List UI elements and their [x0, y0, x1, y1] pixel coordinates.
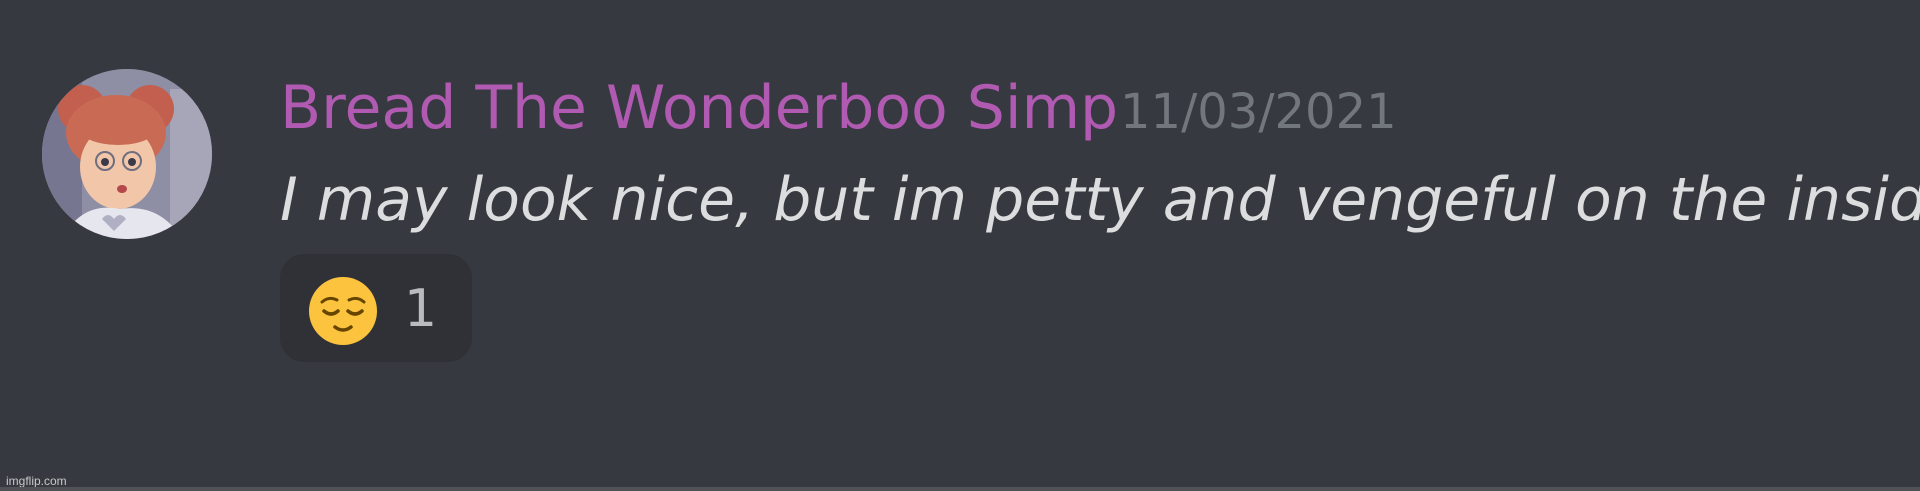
avatar-image	[42, 69, 212, 239]
message-timestamp: 11/03/2021	[1120, 84, 1397, 140]
reaction-count: 1	[404, 279, 438, 339]
message-text: I may look nice, but im petty and vengef…	[280, 165, 1920, 235]
avatar[interactable]	[42, 69, 212, 239]
bottom-divider	[0, 487, 1920, 491]
watermark: imgflip.com	[6, 474, 67, 488]
reaction-button[interactable]: 1	[280, 254, 472, 362]
message-author[interactable]: Bread The Wonderboo Simp	[280, 70, 1118, 146]
chat-screen: Bread The Wonderboo Simp 11/03/2021 I ma…	[0, 0, 1920, 491]
relieved-face-icon	[309, 277, 377, 345]
